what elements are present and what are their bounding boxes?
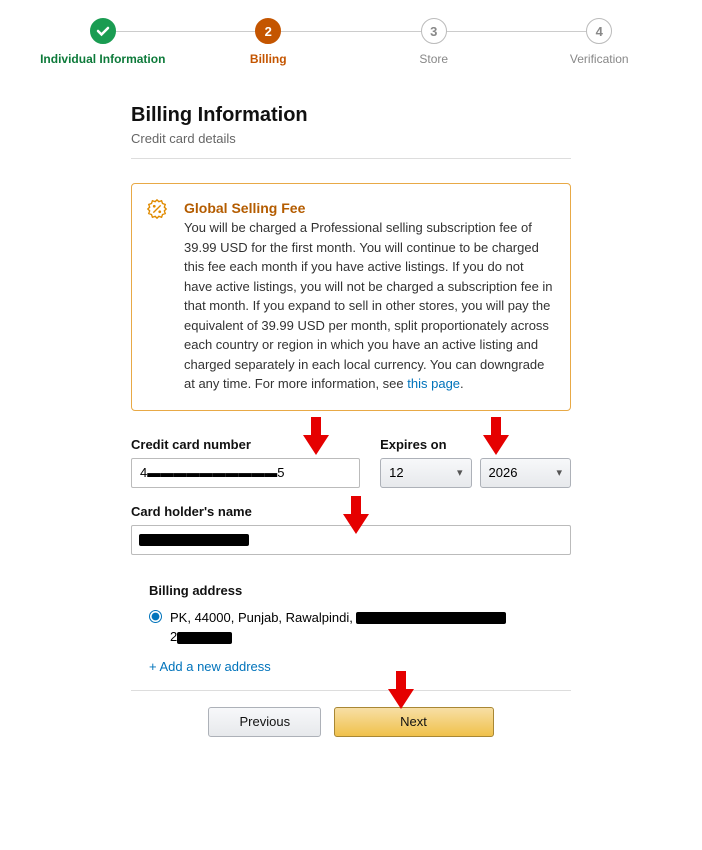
expires-label: Expires on <box>380 437 571 452</box>
global-fee-notice: Global Selling Fee You will be charged a… <box>131 183 571 411</box>
billing-address-section: Billing address PK, 44000, Punjab, Rawal… <box>149 583 571 676</box>
card-holder-label: Card holder's name <box>131 504 571 519</box>
step-label: Verification <box>517 52 683 66</box>
step-label: Store <box>351 52 517 66</box>
chevron-down-icon: ▾ <box>556 466 562 479</box>
badge-icon <box>146 198 168 225</box>
step-store: 3 Store <box>351 18 517 66</box>
expiry-year-select[interactable]: 2026 ▾ <box>480 458 571 488</box>
page-subtitle: Credit card details <box>131 131 571 146</box>
billing-address-text: PK, 44000, Punjab, Rawalpindi, 2 <box>170 608 506 647</box>
expiry-month-select[interactable]: 12 ▾ <box>380 458 471 488</box>
checkmark-icon <box>90 18 116 44</box>
chevron-down-icon: ▾ <box>457 466 463 479</box>
billing-address-radio[interactable] <box>149 610 162 623</box>
expiry-year-value: 2026 <box>489 465 518 480</box>
step-number: 4 <box>586 18 612 44</box>
annotation-arrow-icon <box>386 671 416 711</box>
this-page-link[interactable]: this page <box>407 376 460 391</box>
progress-stepper: Individual Information 2 Billing 3 Store… <box>0 0 702 76</box>
step-verification: 4 Verification <box>517 18 683 66</box>
previous-button[interactable]: Previous <box>208 707 321 737</box>
notice-title: Global Selling Fee <box>184 200 554 216</box>
card-number-label: Credit card number <box>131 437 360 452</box>
notice-text: You will be charged a Professional selli… <box>184 220 553 391</box>
step-number: 3 <box>421 18 447 44</box>
page-title: Billing Information <box>131 104 571 127</box>
redaction <box>177 632 232 644</box>
divider <box>131 690 571 691</box>
expiry-month-value: 12 <box>389 465 403 480</box>
billing-address-label: Billing address <box>149 583 571 598</box>
step-number: 2 <box>255 18 281 44</box>
address-line-2: 2 <box>170 629 177 644</box>
next-button[interactable]: Next <box>334 707 494 737</box>
redaction <box>356 612 506 624</box>
step-billing[interactable]: 2 Billing <box>186 18 352 66</box>
step-label: Billing <box>186 52 352 66</box>
add-new-address-link[interactable]: + Add a new address <box>149 659 271 674</box>
notice-body: You will be charged a Professional selli… <box>184 218 554 394</box>
billing-panel: Billing Information Credit card details … <box>131 94 571 767</box>
notice-period: . <box>460 376 464 391</box>
step-individual-info[interactable]: Individual Information <box>20 18 186 66</box>
redaction <box>139 534 249 546</box>
panel-header: Billing Information Credit card details <box>131 94 571 159</box>
button-row: Previous Next <box>131 707 571 767</box>
card-number-input[interactable] <box>131 458 360 488</box>
step-label: Individual Information <box>20 52 186 66</box>
address-line-1: PK, 44000, Punjab, Rawalpindi, <box>170 610 356 625</box>
